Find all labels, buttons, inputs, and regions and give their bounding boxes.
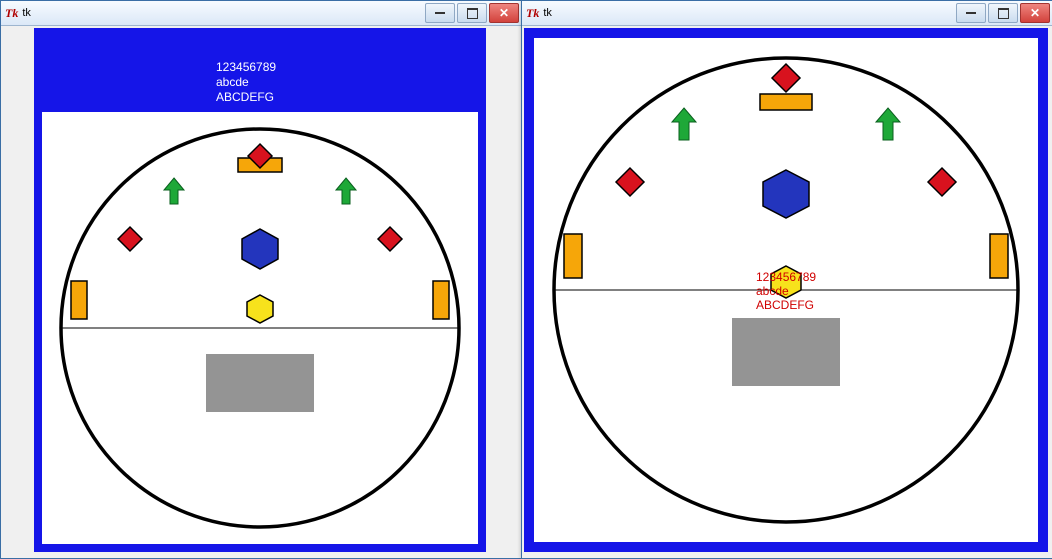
window-title: tk bbox=[22, 7, 31, 19]
green-arrow-left bbox=[672, 108, 696, 140]
gray-box bbox=[732, 318, 840, 386]
green-arrow-right bbox=[876, 108, 900, 140]
red-diamond-top bbox=[772, 64, 800, 92]
window-right: Tk tk ✕ bbox=[521, 0, 1052, 559]
window-controls: ✕ bbox=[425, 3, 519, 23]
overlay-text-right: 123456789 abcde ABCDEFG bbox=[756, 270, 816, 312]
green-arrow-right bbox=[336, 178, 356, 204]
red-diamond-right bbox=[928, 168, 956, 196]
client-area-right: 123456789 abcde ABCDEFG bbox=[522, 25, 1052, 558]
orange-rect-left bbox=[564, 234, 582, 278]
titlebar-left[interactable]: Tk tk ✕ bbox=[1, 1, 521, 26]
canvas-right: 123456789 abcde ABCDEFG bbox=[534, 38, 1038, 542]
blue-frame-left: 123456789 abcde ABCDEFG bbox=[34, 28, 486, 552]
orange-rect-left bbox=[71, 281, 87, 319]
window-controls: ✕ bbox=[956, 3, 1050, 23]
green-arrow-left bbox=[164, 178, 184, 204]
tk-icon: Tk bbox=[5, 6, 18, 21]
tk-icon: Tk bbox=[526, 6, 539, 21]
minimize-button[interactable] bbox=[425, 3, 455, 23]
close-button[interactable]: ✕ bbox=[489, 3, 519, 23]
maximize-button[interactable] bbox=[457, 3, 487, 23]
canvas-left bbox=[42, 112, 478, 544]
yellow-hexagon bbox=[247, 295, 273, 323]
maximize-button[interactable] bbox=[988, 3, 1018, 23]
diagram-svg-left bbox=[42, 112, 478, 544]
gray-box bbox=[206, 354, 314, 412]
window-title: tk bbox=[543, 7, 552, 19]
red-diamond-left bbox=[118, 227, 142, 251]
header-text-left: 123456789 abcde ABCDEFG bbox=[216, 60, 276, 105]
client-area-left: 123456789 abcde ABCDEFG bbox=[1, 25, 521, 558]
blue-frame-right: 123456789 abcde ABCDEFG bbox=[524, 28, 1048, 552]
red-diamond-right bbox=[378, 227, 402, 251]
orange-rect-right bbox=[990, 234, 1008, 278]
orange-rect-right bbox=[433, 281, 449, 319]
minimize-button[interactable] bbox=[956, 3, 986, 23]
titlebar-right[interactable]: Tk tk ✕ bbox=[522, 1, 1052, 26]
orange-rect-top bbox=[760, 94, 812, 110]
red-diamond-left bbox=[616, 168, 644, 196]
close-button[interactable]: ✕ bbox=[1020, 3, 1050, 23]
window-left: Tk tk ✕ 123456789 abcde ABCDEFG bbox=[0, 0, 522, 559]
blue-hexagon bbox=[242, 229, 278, 269]
blue-hexagon bbox=[763, 170, 809, 218]
